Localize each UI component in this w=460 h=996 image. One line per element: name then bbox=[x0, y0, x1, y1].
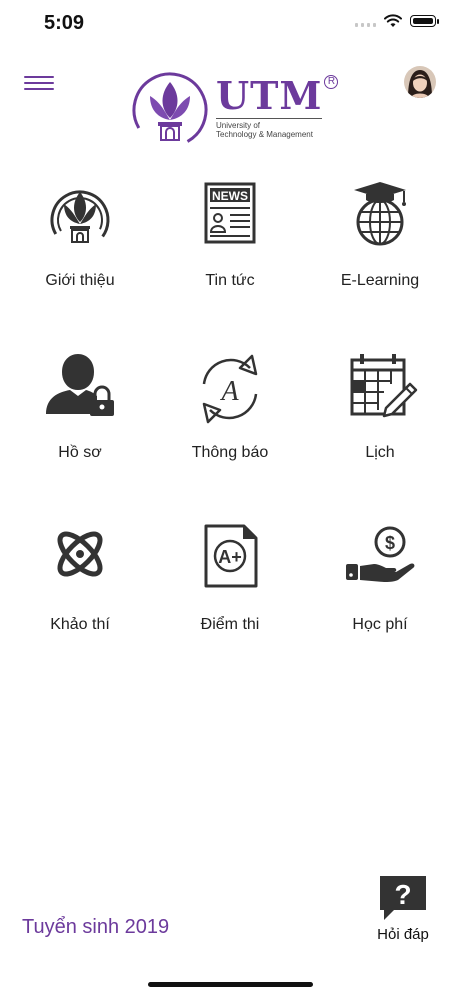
menu-item-tin-tuc[interactable]: NEWS Tin tức bbox=[155, 178, 305, 328]
refresh-a-icon: A bbox=[202, 354, 258, 424]
wifi-icon bbox=[384, 14, 402, 27]
menu-item-label: Khảo thí bbox=[50, 616, 110, 633]
menu-item-hoc-phi[interactable]: $ Học phí bbox=[305, 522, 455, 672]
svg-text:?: ? bbox=[394, 879, 411, 910]
globe-graduation-cap-icon bbox=[354, 182, 406, 246]
status-time: 5:09 bbox=[44, 12, 85, 34]
calendar-pencil-icon bbox=[350, 354, 418, 418]
menu-item-label: Giới thiệu bbox=[45, 272, 115, 289]
logo-subtitle-line1: University of bbox=[216, 121, 261, 130]
logo-text: UTM R University of Technology & Managem… bbox=[216, 73, 339, 139]
home-indicator[interactable] bbox=[148, 982, 313, 987]
grade-a-plus-icon: A+ bbox=[204, 524, 258, 588]
status-bar: 5:09 bbox=[0, 0, 460, 48]
menu-item-label: Hồ sơ bbox=[58, 444, 102, 461]
menu-item-label: E-Learning bbox=[340, 272, 420, 289]
menu-item-label: Thông báo bbox=[191, 444, 269, 461]
user-lock-icon bbox=[46, 354, 114, 416]
atom-icon bbox=[57, 531, 103, 577]
menu-item-label: Lịch bbox=[365, 444, 395, 461]
question-bubble-icon: ? bbox=[380, 876, 426, 920]
newspaper-icon: NEWS bbox=[204, 182, 256, 244]
admissions-link[interactable]: Tuyển sinh 2019 bbox=[22, 916, 169, 939]
logo-subtitle-line2: Technology & Management bbox=[216, 130, 313, 139]
svg-text:A: A bbox=[219, 376, 239, 407]
svg-text:NEWS: NEWS bbox=[212, 189, 248, 203]
signal-icon bbox=[355, 15, 376, 27]
status-icons bbox=[355, 14, 439, 28]
hand-dollar-icon: $ bbox=[346, 526, 415, 582]
avatar[interactable] bbox=[404, 66, 436, 98]
menu-item-label: Điểm thi bbox=[200, 616, 260, 633]
menu-item-thong-bao[interactable]: A Thông báo bbox=[155, 350, 305, 500]
menu-item-gioi-thieu[interactable]: Giới thiệu bbox=[5, 178, 155, 328]
faq-label: Hỏi đáp bbox=[377, 926, 429, 943]
svg-text:$: $ bbox=[385, 533, 395, 553]
hamburger-menu-button[interactable] bbox=[24, 70, 54, 94]
menu-item-e-learning[interactable]: E-Learning bbox=[305, 178, 455, 328]
logo-title: UTM bbox=[216, 73, 323, 118]
svg-text:A+: A+ bbox=[218, 547, 242, 567]
faq-button[interactable]: ? Hỏi đáp bbox=[372, 874, 434, 943]
utm-lotus-logo-icon bbox=[132, 72, 208, 148]
menu-item-label: Học phí bbox=[352, 616, 408, 633]
menu-item-ho-so[interactable]: Hồ sơ bbox=[5, 350, 155, 500]
menu-item-lich[interactable]: Lịch bbox=[305, 350, 455, 500]
menu-item-diem-thi[interactable]: A+ Điểm thi bbox=[155, 522, 305, 672]
logo-divider bbox=[216, 118, 323, 119]
registered-mark: R bbox=[324, 75, 339, 89]
battery-icon bbox=[410, 15, 439, 27]
user-avatar-icon bbox=[404, 66, 436, 98]
utm-logo: UTM R University of Technology & Managem… bbox=[130, 66, 340, 150]
menu-item-label: Tin tức bbox=[205, 272, 255, 289]
utm-lotus-icon bbox=[50, 190, 110, 250]
menu-item-khao-thi[interactable]: Khảo thí bbox=[5, 522, 155, 672]
